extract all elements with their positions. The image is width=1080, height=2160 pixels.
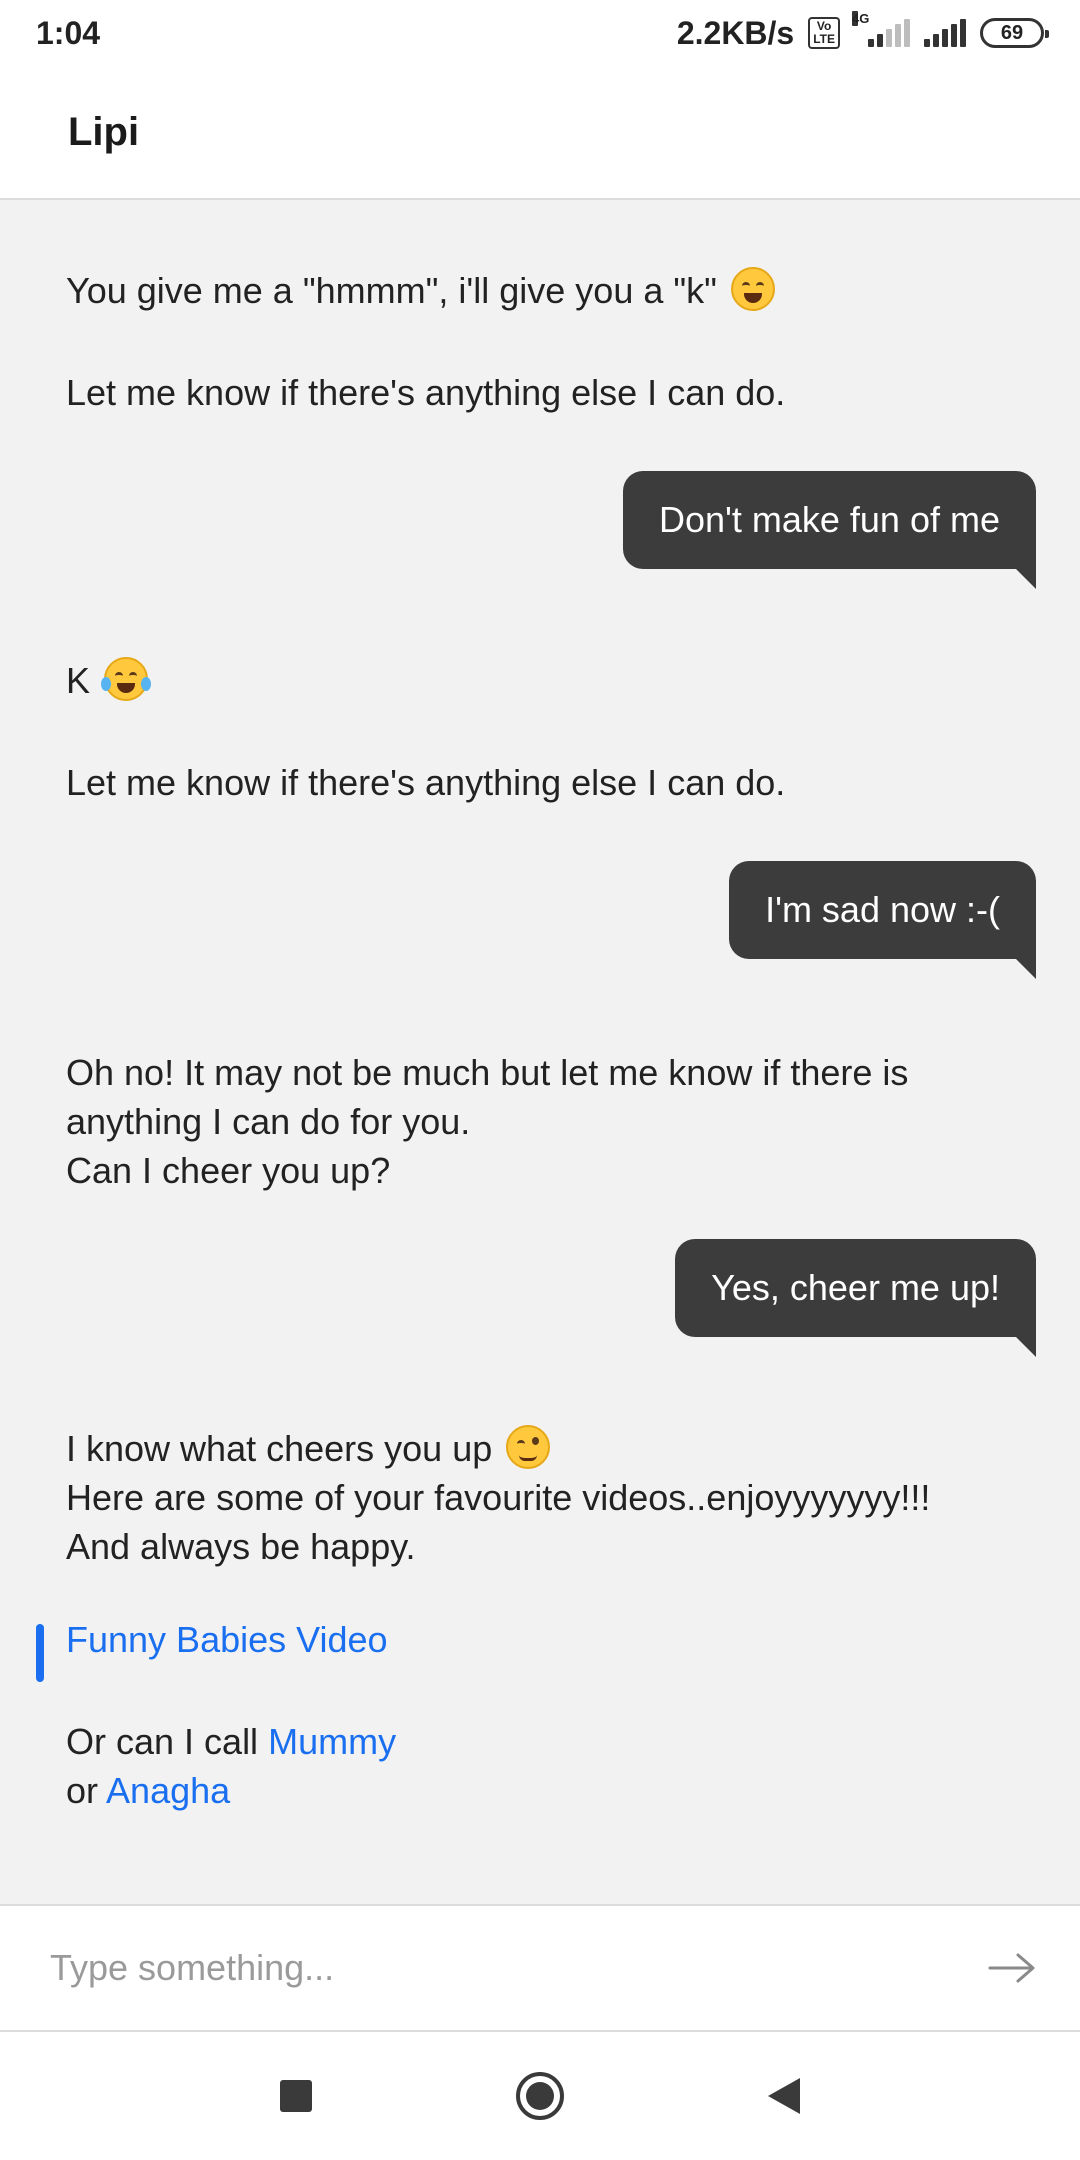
funny-babies-video-link[interactable]: Funny Babies Video — [66, 1619, 388, 1660]
bot-message-text: And always be happy. — [66, 1526, 416, 1567]
arrow-right-icon — [988, 1953, 1035, 1983]
network-type: 4G — [852, 11, 870, 26]
bot-message: You give me a "hmmm", i'll give you a "k… — [66, 266, 1006, 417]
circle-icon — [516, 2072, 564, 2120]
signal-icon — [924, 19, 966, 47]
user-message-bubble: I'm sad now :-( — [729, 861, 1036, 979]
grinning-squinting-face-icon — [730, 267, 775, 311]
face-with-tears-of-joy-icon — [101, 657, 152, 701]
bot-message: K Let me know if there's anything else I… — [66, 656, 1006, 807]
status-time: 1:04 — [36, 14, 101, 51]
recents-button[interactable] — [266, 2066, 326, 2126]
back-button[interactable] — [754, 2066, 814, 2126]
call-prompt-text: Or can I call — [66, 1721, 259, 1762]
bot-message-text: I know what cheers you up — [66, 1428, 493, 1469]
battery-icon: 69 — [980, 18, 1049, 48]
call-anagha-link[interactable]: Anagha — [106, 1770, 230, 1811]
volte-icon: Vo LTE — [808, 17, 840, 49]
bot-message-text: K — [66, 660, 91, 701]
user-message-text: Yes, cheer me up! — [711, 1267, 1000, 1308]
bot-message-text: Oh no! It may not be much but let me kno… — [66, 1052, 909, 1093]
user-message-text: Don't make fun of me — [658, 499, 1000, 540]
status-bar: 1:04 2.2KB/s Vo LTE 4G 69 — [0, 0, 1080, 66]
user-message-text: I'm sad now :-( — [765, 889, 1000, 930]
winking-face-icon — [506, 1425, 551, 1469]
signal-4g-icon: 4G — [852, 11, 910, 47]
system-nav-bar — [0, 2032, 1080, 2160]
square-icon — [280, 2080, 312, 2112]
bot-message: Oh no! It may not be much but let me kno… — [66, 1048, 1006, 1195]
status-icons: 2.2KB/s Vo LTE 4G 69 — [676, 11, 1049, 52]
bot-message-text: Let me know if there's anything else I c… — [66, 762, 786, 803]
triangle-back-icon — [768, 2078, 800, 2114]
active-message-indicator — [36, 1624, 44, 1682]
user-message-bubble: Don't make fun of me — [622, 471, 1037, 589]
bot-message-text: You give me a "hmmm", i'll give you a "k… — [66, 270, 717, 311]
message-composer — [0, 1904, 1080, 2032]
bot-message-text: Let me know if there's anything else I c… — [66, 372, 786, 413]
bot-message: I know what cheers you up Here are some … — [66, 1424, 1006, 1815]
message-input[interactable] — [50, 1947, 980, 1989]
user-message-bubble: Yes, cheer me up! — [675, 1239, 1036, 1357]
battery-level: 69 — [1000, 21, 1024, 44]
send-button[interactable] — [980, 1936, 1044, 2000]
app-bar: Lipi — [0, 66, 1080, 200]
page-title: Lipi — [68, 109, 140, 154]
bot-message-text: Can I cheer you up? — [66, 1150, 391, 1191]
chat-thread[interactable]: You give me a "hmmm", i'll give you a "k… — [0, 200, 1080, 1904]
bot-message-text: anything I can do for you. — [66, 1101, 471, 1142]
network-speed: 2.2KB/s — [676, 14, 795, 51]
or-text: or — [66, 1770, 99, 1811]
call-mummy-link[interactable]: Mummy — [268, 1721, 396, 1762]
home-button[interactable] — [510, 2066, 570, 2126]
bot-message-text: Here are some of your favourite videos..… — [66, 1477, 931, 1518]
